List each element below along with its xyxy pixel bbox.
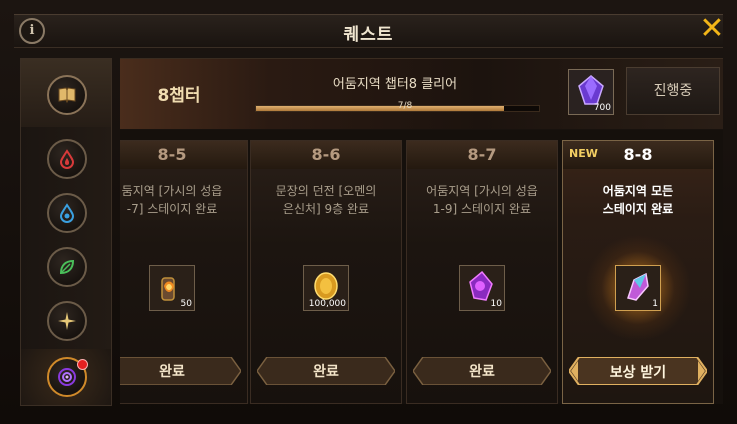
quest-window: 퀘스트 i ✕ 8챕터 어둠지역 챕터8 클리어 7/8 700 진행중 8-5… [0,0,737,424]
quest-card-header: 8-8 NEW [563,141,713,169]
claim-reward-button[interactable]: 보상 받기 [569,357,707,385]
quest-number: 8-5 [157,145,187,164]
claim-reward-label: 보상 받기 [609,365,667,381]
quest-card: 8-5 둠지역 [가시의 성읍 -7] 스테이지 완료 50 완료 [120,140,248,404]
vortex-icon [58,368,76,386]
sidebar-item-light[interactable] [47,301,87,341]
quest-reward-count: 1 [652,299,658,309]
quest-description: 둠지역 [가시의 성읍 -7] 스테이지 완료 [121,184,223,216]
quest-card-list: 8-5 둠지역 [가시의 성읍 -7] 스테이지 완료 50 완료 8-6 문장… [120,130,723,404]
close-button[interactable]: ✕ [699,14,725,44]
chapter-progress-text: 7/8 [397,101,413,111]
quest-card-header: 8-7 [407,141,557,169]
quest-reward-item[interactable]: 10 [459,265,505,311]
quest-description: 어둠지역 [가시의 성읍 1-9] 스테이지 완료 [426,184,538,216]
quest-category-sidebar [20,58,112,406]
quest-card-header: 8-6 [251,141,401,169]
sidebar-item-main-quest[interactable] [47,75,87,115]
chapter-label: 8챕터 [157,86,201,106]
quest-reward-count: 100,000 [308,299,346,309]
quest-card-header: 8-5 [120,141,247,169]
title-bar: 퀘스트 [14,14,723,48]
new-badge: NEW [569,147,598,160]
quest-number: 8-7 [467,145,497,164]
quest-complete-label: 완료 [313,364,339,380]
quest-complete-button[interactable]: 완료 [120,357,241,385]
sidebar-item-nature[interactable] [47,247,87,287]
quest-description: 어둠지역 모든 스테이지 완료 [602,184,674,216]
page-title: 퀘스트 [343,25,394,45]
quest-card: 8-7 어둠지역 [가시의 성읍 1-9] 스테이지 완료 10 완료 [406,140,558,404]
sidebar-item-water[interactable] [47,193,87,233]
notification-dot [77,359,88,370]
quest-complete-label: 완료 [469,364,495,380]
quest-complete-button[interactable]: 완료 [413,357,551,385]
chapter-status-button[interactable]: 진행중 [626,67,720,115]
quest-reward-count: 10 [490,299,502,309]
quest-card-active: 8-8 NEW 어둠지역 모든 스테이지 완료 1 보상 받기 [562,140,714,404]
sidebar-item-fire[interactable] [47,139,87,179]
star-icon [58,312,76,330]
chapter-header: 8챕터 어둠지역 챕터8 클리어 7/8 700 진행중 [120,58,723,129]
quest-complete-button[interactable]: 완료 [257,357,395,385]
quest-description: 문장의 던전 [오멘의 은신처] 9층 완료 [275,184,377,216]
quest-reward-count: 50 [180,299,192,309]
quest-card: 8-6 문장의 던전 [오멘의 은신처] 9층 완료 100,000 완료 [250,140,402,404]
quest-number: 8-6 [311,145,341,164]
quest-complete-label: 완료 [159,364,185,380]
fire-drop-icon [59,149,75,169]
quest-reward-item[interactable]: 100,000 [303,265,349,311]
water-drop-icon [59,203,75,223]
book-icon [58,87,76,104]
chapter-objective: 어둠지역 챕터8 클리어 [332,77,458,92]
chapter-reward-item[interactable]: 700 [568,69,614,115]
chapter-reward-count: 700 [593,103,611,113]
leaf-icon [59,259,75,275]
quest-reward-item[interactable]: 50 [149,265,195,311]
quest-reward-item[interactable]: 1 [615,265,661,311]
info-button[interactable]: i [19,18,45,44]
